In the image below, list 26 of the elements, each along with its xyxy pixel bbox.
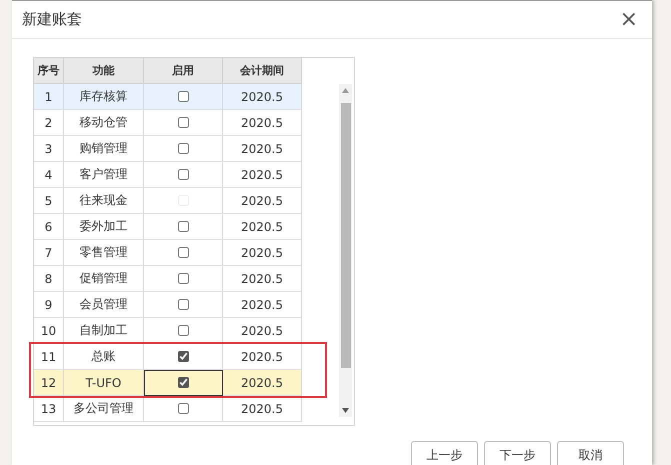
row-number-cell[interactable]: 13 [34, 396, 64, 422]
close-button[interactable]: × [620, 8, 638, 30]
dialog-button[interactable]: 上一步 [411, 441, 478, 465]
enable-checkbox[interactable] [178, 169, 188, 180]
table-cell: 2020.5 [223, 370, 302, 396]
enable-checkbox[interactable] [178, 273, 188, 284]
enable-checkbox[interactable] [178, 247, 188, 258]
row-number-cell[interactable]: 12 [34, 370, 64, 396]
table-cell: 2020.5 [223, 396, 302, 422]
enable-checkbox[interactable] [178, 117, 188, 128]
enable-checkbox[interactable] [178, 221, 188, 232]
enable-checkbox[interactable] [178, 403, 188, 414]
scrollbar[interactable] [339, 84, 352, 417]
dialog-title: 新建账套 [22, 10, 82, 29]
dialog-button[interactable]: 下一步 [484, 441, 551, 465]
enable-checkbox[interactable] [178, 377, 188, 388]
enable-checkbox[interactable] [178, 299, 188, 310]
scroll-down-icon[interactable] [342, 408, 349, 413]
enable-checkbox[interactable] [178, 91, 188, 102]
enable-checkbox[interactable] [178, 143, 188, 154]
table-cell: 多公司管理 [64, 396, 144, 422]
enable-checkbox[interactable] [178, 351, 188, 362]
dialog-button[interactable]: 取消 [557, 441, 624, 465]
scroll-up-icon[interactable] [342, 88, 349, 93]
table-cell: T-UFO [64, 370, 144, 396]
enable-checkbox[interactable] [178, 325, 188, 336]
